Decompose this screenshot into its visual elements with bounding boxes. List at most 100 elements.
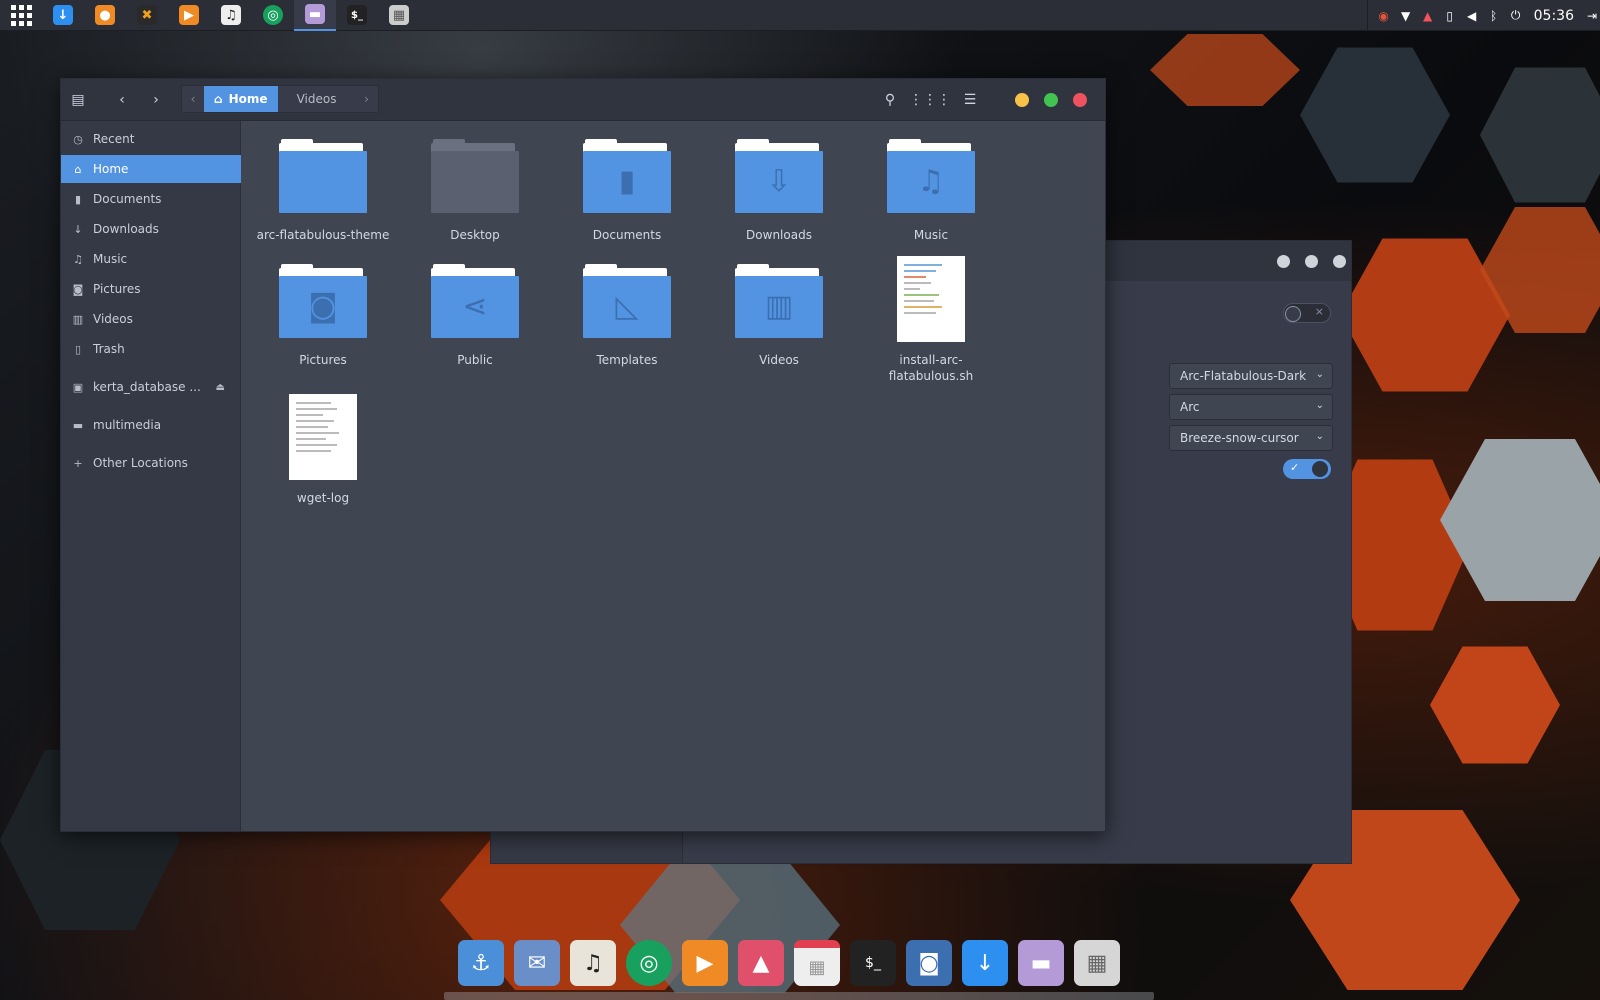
music-icon: ♫	[221, 5, 241, 25]
close-button[interactable]	[1073, 93, 1087, 107]
clock[interactable]: 05:36	[1534, 8, 1574, 24]
dock-downloader[interactable]: ↓	[962, 940, 1008, 986]
sidebar-item-music[interactable]: ♫ Music	[61, 245, 241, 273]
file-item-desktop[interactable]: Desktop	[405, 139, 545, 243]
dock-files[interactable]: ▬	[1018, 940, 1064, 986]
settings-icon: ▦	[389, 5, 409, 25]
dock-music[interactable]: ♫	[570, 940, 616, 986]
sidebar-item-other-locations[interactable]: + Other Locations	[61, 449, 241, 477]
home-icon: ⌂	[214, 92, 223, 106]
forward-button[interactable]: ›	[143, 88, 169, 112]
play-icon: ▶	[179, 5, 199, 25]
firefox-icon: ●	[95, 5, 115, 25]
file-item-documents[interactable]: ▮ Documents	[557, 139, 697, 243]
top-panel: ↓ ● ✖ ▶ ♫ ◎ ▬ $_ ▦ ◉ ▼ ▲ ▯ ◀ ᛒ ⏻ 05:36 ⇥	[0, 0, 1600, 31]
dock-anchor[interactable]: ⚓	[458, 940, 504, 986]
cursor-theme-value: Breeze-snow-cursor	[1180, 431, 1299, 445]
power-icon[interactable]: ⏻	[1508, 8, 1524, 24]
file-manager-headerbar: ▤ ‹ › ‹ ⌂ Home Videos › ⚲ ⋮⋮⋮ ☰	[61, 79, 1105, 121]
sidebar-item-label: Recent	[93, 132, 135, 146]
dock-calendar[interactable]: ▦	[794, 940, 840, 986]
file-item-public[interactable]: ⋖ Public	[405, 264, 545, 368]
cursor-theme-select[interactable]: Breeze-snow-cursor ⌄	[1169, 425, 1333, 451]
search-button[interactable]: ⚲	[877, 88, 903, 112]
minimize-button[interactable]	[1277, 255, 1290, 268]
eject-icon[interactable]: ⏏	[216, 382, 225, 393]
drive-icon: ▣	[72, 380, 84, 394]
gtk-theme-select[interactable]: Arc-Flatabulous-Dark ⌄	[1169, 363, 1333, 389]
battery-icon[interactable]: ▯	[1442, 8, 1458, 24]
path-scroll-right[interactable]: ›	[356, 86, 378, 112]
icon-theme-select[interactable]: Arc ⌄	[1169, 394, 1333, 420]
task-downloader[interactable]: ↓	[42, 0, 84, 31]
sidebar-item-label: Music	[93, 252, 128, 266]
dark-theme-switch[interactable]: ×	[1283, 303, 1331, 323]
dock-terminal[interactable]: $_	[850, 940, 896, 986]
dock-settings[interactable]: ▦	[1074, 940, 1120, 986]
file-item-label: Pictures	[299, 353, 347, 367]
task-files[interactable]: ▬	[294, 0, 336, 31]
back-button[interactable]: ‹	[109, 88, 135, 112]
sidebar-item-videos[interactable]: ▥ Videos	[61, 305, 241, 333]
sidebar-item-trash[interactable]: ▯ Trash	[61, 335, 241, 363]
film-icon: ▥	[72, 312, 84, 326]
sidebar-item-home[interactable]: ⌂ Home	[61, 155, 241, 183]
volume-icon[interactable]: ◀	[1464, 8, 1480, 24]
sidebar-item-kerta-database[interactable]: ▣ kerta_database ... ⏏	[61, 373, 241, 401]
sidebar-item-recent[interactable]: ◷ Recent	[61, 125, 241, 153]
chevron-down-icon: ⌄	[1315, 400, 1324, 411]
dock-photos[interactable]: ▲	[738, 940, 784, 986]
menu-button[interactable]: ☰	[957, 88, 983, 112]
file-item-music[interactable]: ♫ Music	[861, 139, 1001, 243]
notification-icon[interactable]: ▲	[1420, 8, 1436, 24]
path-home-button[interactable]: ⌂ Home	[204, 86, 278, 112]
download-icon: ↓	[53, 5, 73, 25]
sidebar-item-label: Other Locations	[93, 456, 188, 470]
sidebar-item-label: kerta_database ...	[93, 380, 201, 394]
wifi-icon[interactable]: ▼	[1398, 8, 1414, 24]
sidebar-item-pictures[interactable]: ◙ Pictures	[61, 275, 241, 303]
view-grid-button[interactable]: ⋮⋮⋮	[909, 88, 951, 112]
sidebar-item-label: Home	[93, 162, 129, 176]
file-item-pictures[interactable]: ◙ Pictures	[253, 264, 393, 368]
close-button[interactable]	[1333, 255, 1346, 268]
logout-icon[interactable]: ⇥	[1584, 8, 1600, 24]
music-icon: ♫	[583, 950, 603, 976]
music-icon: ♫	[73, 252, 83, 266]
task-video-player[interactable]: ▶	[168, 0, 210, 31]
task-chrome[interactable]: ◎	[252, 0, 294, 31]
file-item-wget-log[interactable]: wget-log	[253, 394, 393, 506]
minimize-button[interactable]	[1015, 93, 1029, 107]
maximize-button[interactable]	[1305, 255, 1318, 268]
switch-knob	[1312, 461, 1328, 477]
file-item-install-script[interactable]: install-arc-flatabulous.sh	[861, 256, 1001, 384]
dock-video-player[interactable]: ▶	[682, 940, 728, 986]
task-firefox[interactable]: ●	[84, 0, 126, 31]
sidebar-item-multimedia[interactable]: ▬ multimedia	[61, 411, 241, 439]
dock-chrome[interactable]: ◎	[626, 940, 672, 986]
files-app-icon: ▤	[71, 92, 85, 108]
path-scroll-left[interactable]: ‹	[182, 86, 204, 112]
task-settings[interactable]: ▦	[378, 0, 420, 31]
file-item-arc-flatabulous-theme[interactable]: arc-flatabulous-theme	[253, 139, 393, 243]
app-menu-button[interactable]	[0, 0, 42, 31]
dock-screenshot[interactable]: ◙	[906, 940, 952, 986]
dock-mail[interactable]: ✉	[514, 940, 560, 986]
maximize-button[interactable]	[1044, 93, 1058, 107]
sidebar-item-documents[interactable]: ▮ Documents	[61, 185, 241, 213]
bluetooth-icon[interactable]: ᛒ	[1486, 8, 1502, 24]
file-item-templates[interactable]: ◺ Templates	[557, 264, 697, 368]
task-music[interactable]: ♫	[210, 0, 252, 31]
task-terminal[interactable]: $_	[336, 0, 378, 31]
file-item-downloads[interactable]: ⇩ Downloads	[709, 139, 849, 243]
sidebar-item-label: multimedia	[93, 418, 162, 432]
grid-icon	[10, 4, 32, 26]
file-item-label: wget-log	[296, 491, 350, 505]
chrome-tray-icon[interactable]: ◉	[1376, 8, 1392, 24]
sidebar-item-downloads[interactable]: ↓ Downloads	[61, 215, 241, 243]
path-videos-button[interactable]: Videos	[278, 86, 356, 112]
file-item-videos[interactable]: ▥ Videos	[709, 264, 849, 368]
global-dark-switch[interactable]: ✓	[1283, 459, 1331, 479]
path-bar: ‹ ⌂ Home Videos ›	[181, 85, 379, 113]
task-media-player[interactable]: ✖	[126, 0, 168, 31]
